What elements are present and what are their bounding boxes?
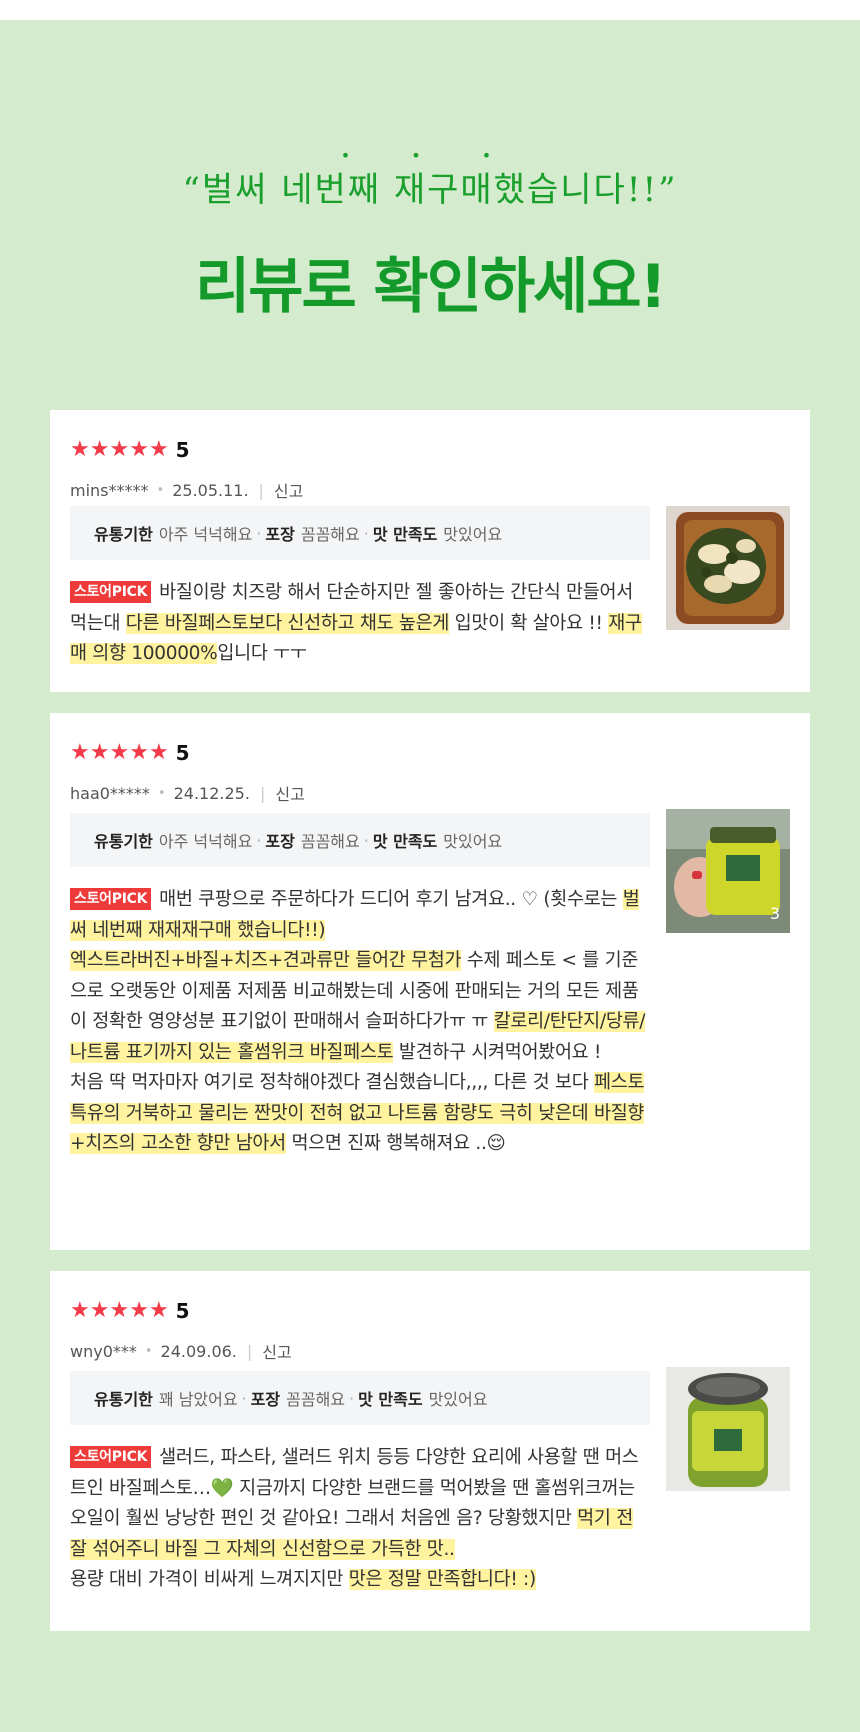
toast-photo-icon: [666, 506, 790, 630]
report-link[interactable]: 신고: [262, 1339, 291, 1363]
review-attributes: 유통기한 아주 넉넉해요 · 포장 꼼꼼해요 · 맛 만족도 맛있어요: [70, 813, 650, 867]
star-rating: ★ ★ ★ ★ ★ 5: [70, 741, 190, 765]
attr-value: 꼼꼼해요: [300, 525, 360, 544]
photo-count: 3: [769, 904, 780, 923]
review-card: ★ ★ ★ ★ ★ 5 wny0*** • 24.09.06. | 신고 유통기한 꽤 남…: [50, 1271, 810, 1631]
reviewer-id: mins*****: [70, 480, 149, 500]
reviewer-id: wny0***: [70, 1341, 137, 1361]
attr-key: 맛 만족도: [372, 832, 438, 851]
attr-key: 포장: [250, 1390, 281, 1409]
rating-score: 5: [175, 1299, 190, 1323]
review-date: 24.09.06.: [160, 1341, 237, 1361]
highlight: 다른 바질페스토보다 신선하고 채도 높은게: [125, 612, 450, 634]
highlight: 맛은 정말 만족합니다! :): [348, 1569, 536, 1590]
store-pick-badge: 스토어PICK: [70, 1446, 152, 1468]
review-text: 스토어PICK 샐러드, 파스타, 샐러드 위치 등등 다양한 요리에 사용할 땐…: [70, 1446, 639, 1590]
review-photo[interactable]: [666, 506, 790, 630]
review-meta: haa0***** • 24.12.25. | 신고: [70, 781, 305, 805]
review-text: 스토어PICK 바질이랑 치즈랑 해서 단순하지만 젤 좋아하는 간단식 만들어서…: [70, 581, 642, 664]
review-card: ★ ★ ★ ★ ★ 5 mins***** • 25.05.11. | 신고 유통기한 아…: [50, 410, 810, 692]
reviewer-id: haa0*****: [70, 783, 150, 803]
review-photo[interactable]: 3: [666, 809, 790, 933]
store-pick-badge: 스토어PICK: [70, 888, 152, 910]
store-pick-badge: 스토어PICK: [70, 581, 152, 603]
star-icon: ★: [70, 740, 90, 765]
attr-value: 맛있어요: [443, 832, 503, 851]
attr-value: 꽤 남았어요: [158, 1390, 238, 1409]
review-text: 스토어PICK 매번 쿠팡으로 주문하다가 드디어 후기 남겨요.. ♡ (횟수로…: [70, 888, 646, 1154]
review-attributes: 유통기한 꽤 남았어요 · 포장 꼼꼼해요 · 맛 만족도 맛있어요: [70, 1371, 650, 1425]
attr-value: 꼼꼼해요: [286, 1390, 346, 1409]
star-icon: ★: [129, 1298, 149, 1323]
star-icon: ★: [148, 437, 169, 462]
attr-key: 유통기한: [94, 1390, 153, 1409]
star-icon: ★: [148, 1298, 169, 1323]
review-card: ★ ★ ★ ★ ★ 5 haa0***** • 24.12.25. | 신고 유통기한 아…: [50, 713, 810, 1250]
star-icon: ★: [70, 437, 90, 462]
report-link[interactable]: 신고: [275, 781, 304, 805]
star-icon: ★: [89, 1298, 110, 1323]
review-attributes: 유통기한 아주 넉넉해요 · 포장 꼼꼼해요 · 맛 만족도 맛있어요: [70, 506, 650, 560]
review-date: 24.12.25.: [173, 783, 250, 803]
star-icon: ★: [70, 1298, 90, 1323]
star-rating: ★ ★ ★ ★ ★ 5: [70, 1299, 190, 1323]
star-icon: ★: [148, 740, 169, 765]
report-link[interactable]: 신고: [274, 478, 303, 502]
review-meta: mins***** • 25.05.11. | 신고: [70, 478, 303, 502]
star-rating: ★ ★ ★ ★ ★ 5: [70, 438, 190, 462]
attr-value: 아주 넉넉해요: [158, 525, 253, 544]
star-icon: ★: [89, 740, 110, 765]
attr-value: 맛있어요: [443, 525, 503, 544]
attr-key: 포장: [265, 832, 295, 851]
star-icon: ★: [89, 437, 110, 462]
star-icon: ★: [129, 740, 149, 765]
attr-key: 유통기한: [94, 525, 153, 544]
rating-score: 5: [175, 741, 190, 765]
attr-key: 맛 만족도: [358, 1390, 423, 1409]
attr-key: 포장: [265, 525, 295, 544]
jar-photo-icon: [666, 1367, 790, 1491]
rating-score: 5: [175, 438, 190, 462]
star-icon: ★: [109, 437, 130, 462]
attr-key: 맛 만족도: [372, 525, 438, 544]
review-meta: wny0*** • 24.09.06. | 신고: [70, 1339, 292, 1363]
headline-quote: “벌써 네번째 재구매했습니다!!”: [182, 170, 678, 210]
attr-value: 아주 넉넉해요: [158, 832, 253, 851]
highlight: 엑스트라버진+바질+치즈+견과류만 들어간 무첨가: [70, 950, 462, 971]
attr-value: 맛있어요: [428, 1390, 488, 1409]
star-icon: ★: [129, 437, 149, 462]
page-title: 리뷰로 확인하세요!: [195, 252, 667, 322]
star-icon: ★: [109, 1298, 130, 1323]
attr-key: 유통기한: [94, 832, 153, 851]
review-photo[interactable]: [666, 1367, 790, 1491]
attr-value: 꼼꼼해요: [300, 832, 360, 851]
star-icon: ★: [109, 740, 130, 765]
review-date: 25.05.11.: [172, 480, 249, 500]
